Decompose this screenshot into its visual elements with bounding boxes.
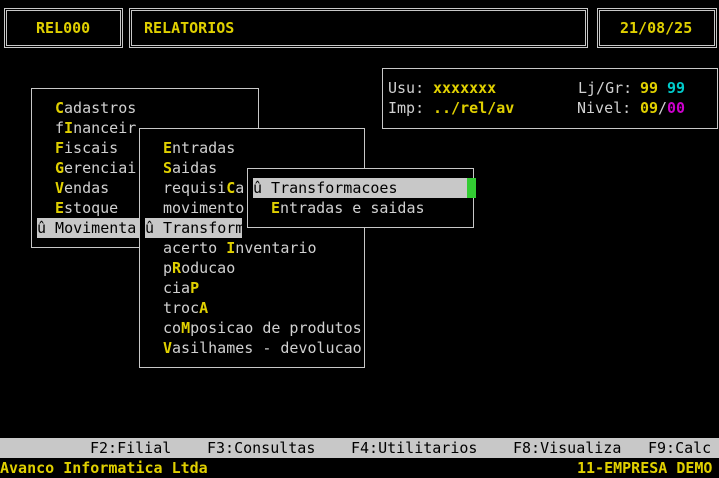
- usu-label: Usu:: [388, 79, 425, 97]
- submenu-item-composicao[interactable]: coMposicao de produtos: [163, 318, 362, 338]
- submenu-item-saidas[interactable]: Saidas: [163, 158, 217, 178]
- nivel-value2: 00: [667, 99, 686, 117]
- nivel-label: Nivel:: [577, 99, 632, 117]
- menu-item-estoque[interactable]: Estoque: [55, 198, 118, 218]
- header-date: 21/08/25: [620, 19, 693, 37]
- company-name: Avanco Informatica Ltda: [0, 459, 208, 477]
- status-bar: Avanco Informatica Ltda 11-EMPRESA DEMO: [0, 458, 719, 477]
- menu-item-vendas[interactable]: Vendas: [55, 178, 109, 198]
- menu-item-cadastros[interactable]: Cadastros: [55, 98, 136, 118]
- function-key-bar: F2:Filial F3:Consultas F4:Utilitarios F8…: [0, 438, 719, 458]
- fkey-f2[interactable]: F2:Filial: [90, 438, 171, 458]
- fkey-f3[interactable]: F3:Consultas: [207, 438, 315, 458]
- header-code: REL000: [36, 19, 91, 37]
- fkey-f9[interactable]: F9:Calc: [648, 438, 711, 458]
- submenu-item-acerto-inventario[interactable]: acerto Inventario: [163, 238, 317, 258]
- imp-label: Imp:: [388, 99, 425, 117]
- submenu3-item-entradas-saidas[interactable]: Entradas e saidas: [271, 198, 425, 218]
- submenu-item-vasilhames[interactable]: Vasilhames - devolucao: [163, 338, 362, 358]
- lj-value: 99: [640, 79, 659, 97]
- menu-item-movimentacao[interactable]: û Movimenta: [37, 218, 139, 238]
- menu-item-financeiro[interactable]: fInanceir: [55, 118, 136, 138]
- empresa-label: 11-EMPRESA DEMO: [577, 459, 713, 477]
- gr-value: 99: [667, 79, 686, 97]
- fkey-f4[interactable]: F4:Utilitarios: [351, 438, 477, 458]
- menu-item-gerencial[interactable]: Gerenciai: [55, 158, 136, 178]
- submenu-item-movimento[interactable]: movimento: [163, 198, 244, 218]
- text-cursor: [467, 178, 476, 198]
- submenu-item-entradas[interactable]: Entradas: [163, 138, 235, 158]
- usu-value: xxxxxxx: [433, 79, 497, 97]
- lj-label: Lj/Gr:: [578, 79, 633, 97]
- submenu-item-ciap[interactable]: ciaP: [163, 278, 199, 298]
- submenu-item-producao[interactable]: pRoducao: [163, 258, 235, 278]
- menu-item-fiscais[interactable]: Fiscais: [55, 138, 118, 158]
- submenu-item-troca[interactable]: trocA: [163, 298, 208, 318]
- imp-value: ../rel/av: [433, 99, 515, 117]
- submenu3-item-transformacoes[interactable]: û Transformacoes: [253, 178, 467, 198]
- nivel-sep: /: [658, 99, 668, 117]
- nivel-value: 09: [640, 99, 659, 117]
- page-title: RELATORIOS: [144, 19, 235, 37]
- submenu-item-requisicao[interactable]: requisiCa: [163, 178, 244, 198]
- submenu-item-transformacoes[interactable]: û Transform: [145, 218, 244, 238]
- fkey-f8[interactable]: F8:Visualiza: [513, 438, 621, 458]
